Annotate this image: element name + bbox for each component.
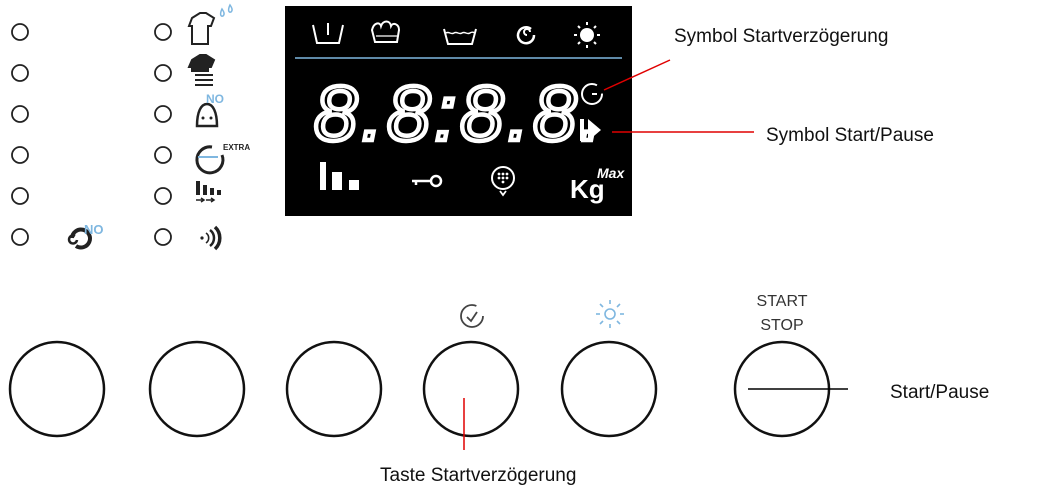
led-indicator [154,146,172,164]
light-button[interactable] [560,340,658,438]
led-indicator [11,64,29,82]
remote-control-icon [200,225,222,251]
delay-start-button[interactable] [422,340,520,438]
extra-rinse-icon: EXTRA [195,143,250,175]
annotation-start-pause-button-label: Start/Pause [890,382,989,403]
spin-reduce-icon [196,181,221,203]
light-icon [596,300,624,328]
led-indicator [11,187,29,205]
program-button-3[interactable] [285,340,383,438]
annotation-start-pause-button: Start/Pause [748,382,989,403]
led-indicator [154,64,172,82]
shirt-pile-icon [187,54,216,86]
middle-led-column [154,23,172,246]
led-indicator [11,23,29,41]
shirt-drops-icon [187,3,233,45]
no-spin-icon: NO [67,222,104,250]
annotation-delay-symbol-label: Symbol Startverzögerung [674,26,888,47]
led-indicator [11,146,29,164]
no-label: NO [206,92,224,106]
left-led-column [11,23,29,246]
led-indicator [154,105,172,123]
start-label: START [757,293,808,310]
max-label: Max [597,165,625,181]
display-digits: 8.8:8.8. [314,69,606,157]
led-indicator [154,187,172,205]
led-indicator [154,23,172,41]
stop-label: STOP [760,317,803,334]
clock-icon [460,304,484,328]
annotation-delay-button-label: Taste Startverzögerung [380,465,576,486]
annotation-start-pause-symbol-label: Symbol Start/Pause [766,125,934,146]
program-button-2[interactable] [148,340,246,438]
program-button-1[interactable] [8,340,106,438]
led-indicator [11,105,29,123]
annotation-delay-symbol: Symbol Startverzögerung [603,26,888,91]
button-row [8,340,831,438]
annotation-delay-button: Taste Startverzögerung [380,398,576,486]
control-panel-diagram: NO NO EXTRA 8.8:8.8. Kg Max Symbol Start… [8,3,989,486]
no-iron-icon: NO [195,92,224,128]
led-indicator [11,228,29,246]
led-indicator [154,228,172,246]
extra-label: EXTRA [223,143,250,152]
no-label: NO [84,222,104,237]
lcd-display: 8.8:8.8. Kg Max [285,6,632,216]
annotation-start-pause-symbol: Symbol Start/Pause [612,125,934,146]
